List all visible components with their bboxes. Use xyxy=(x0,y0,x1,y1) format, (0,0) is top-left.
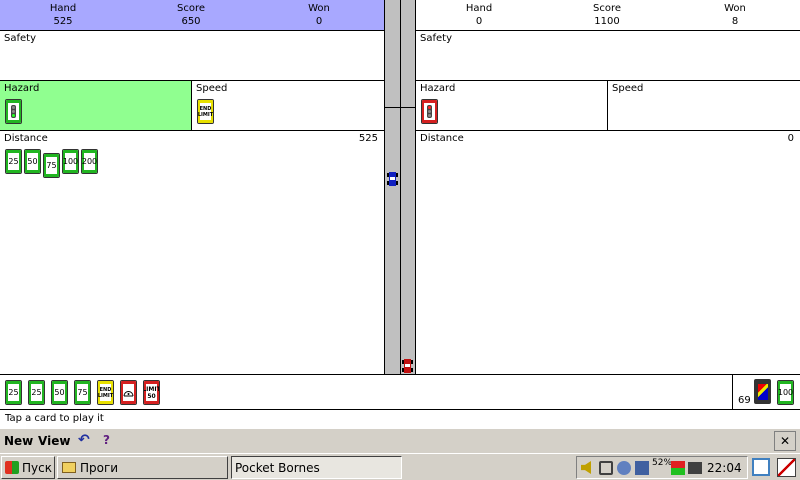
distance-card-75: 75 xyxy=(43,153,60,178)
hand-card-25[interactable]: 25 xyxy=(5,380,22,405)
distance-card-50: 50 xyxy=(24,149,41,174)
hand-area: 25 25 50 75 END LIMIT LIMIT 50 69 100 xyxy=(0,374,800,410)
wifi-off-icon[interactable] xyxy=(635,461,649,475)
help-icon[interactable]: ? xyxy=(103,433,110,447)
taskbar-folder-button[interactable]: Проги xyxy=(57,456,228,479)
opponent-header: Hand 0 Score 1100 Won 8 xyxy=(416,0,800,31)
distance-card-100: 100 xyxy=(62,149,79,174)
connection-icon[interactable] xyxy=(617,461,631,475)
close-icon: ✕ xyxy=(779,434,791,448)
flat-tire-icon xyxy=(123,391,134,397)
opponent-safety-label: Safety xyxy=(420,33,452,44)
close-button[interactable]: ✕ xyxy=(774,431,796,451)
stop-light-icon xyxy=(427,105,432,118)
status-text: Tap a card to play it xyxy=(5,413,104,424)
opponent-won-stat: Won 8 xyxy=(710,2,760,28)
hand-card-25[interactable]: 25 xyxy=(28,380,45,405)
player-hazard-label: Hazard xyxy=(4,83,40,94)
player-speed-card: END LIMIT xyxy=(197,99,214,124)
deck-back-icon xyxy=(758,384,768,400)
opponent-score-stat: Score 1100 xyxy=(582,2,632,28)
battery-percent: 52% xyxy=(652,458,673,468)
player-score-value: 650 xyxy=(181,16,201,27)
player-speed-label: Speed xyxy=(196,83,228,94)
player-go-card xyxy=(5,99,22,124)
undo-icon[interactable]: ↶ xyxy=(78,432,90,448)
opponent-hand-stat: Hand 0 xyxy=(454,2,504,28)
hand-card-limit-50[interactable]: LIMIT 50 xyxy=(143,380,160,405)
start-label: Пуск xyxy=(22,460,52,475)
network-icon[interactable] xyxy=(599,461,613,475)
taskbar-app-button[interactable]: Pocket Bornes xyxy=(231,456,402,479)
player-hazard-area: Hazard xyxy=(0,81,192,131)
discard-card-100[interactable]: 100 xyxy=(777,380,794,405)
opponent-distance-area: Distance 0 xyxy=(416,131,800,374)
player-header: Hand 525 Score 650 Won 0 xyxy=(0,0,384,31)
status-bar: Tap a card to play it xyxy=(0,410,800,428)
opponent-stop-card xyxy=(421,99,438,124)
hand-card-end-limit[interactable]: END LIMIT xyxy=(97,380,114,405)
opponent-speed-label: Speed xyxy=(612,83,644,94)
player-distance-area: Distance 525 25 50 75 100 200 xyxy=(0,131,384,374)
menu-view[interactable]: View xyxy=(38,434,70,448)
draw-pile-card[interactable] xyxy=(754,379,771,404)
hand-card-50[interactable]: 50 xyxy=(51,380,68,405)
keyboard-disabled-icon[interactable] xyxy=(777,458,796,477)
opponent-won-label: Won xyxy=(724,3,746,14)
player-distance-label: Distance xyxy=(4,133,48,144)
opponent-speed-area: Speed xyxy=(608,81,800,131)
player-won-stat: Won 0 xyxy=(294,2,344,28)
opponent-distance-value: 0 xyxy=(787,133,794,144)
road-finish-line xyxy=(385,107,415,108)
windows-logo-icon xyxy=(5,461,19,474)
battery-icon[interactable] xyxy=(671,461,685,475)
opponent-car-icon xyxy=(402,359,413,373)
player-hand-value: 525 xyxy=(53,16,73,27)
volume-icon[interactable] xyxy=(581,461,591,474)
player-score-label: Score xyxy=(176,3,205,14)
taskbar: Пуск Проги Pocket Bornes 52% 22:04 xyxy=(0,453,800,480)
menu-bar: New View ↶ ? ✕ xyxy=(0,428,800,453)
player-distance-value: 525 xyxy=(358,133,378,144)
opponent-hand-value: 0 xyxy=(475,16,483,27)
player-safety-label: Safety xyxy=(4,33,36,44)
go-light-icon xyxy=(11,105,16,118)
menu-new[interactable]: New xyxy=(4,434,33,448)
player-hand-label: Hand xyxy=(49,3,77,14)
road-lane-divider xyxy=(400,0,401,374)
opponent-distance-label: Distance xyxy=(420,133,464,144)
player-hand-stat: Hand 525 xyxy=(38,2,88,28)
player-speed-area: Speed END LIMIT xyxy=(192,81,384,131)
deck-count: 69 xyxy=(738,395,751,406)
folder-icon xyxy=(62,462,76,473)
opponent-hazard-label: Hazard xyxy=(420,83,456,94)
deck-divider xyxy=(732,375,733,410)
clock[interactable]: 22:04 xyxy=(707,461,742,475)
desktop-icon[interactable] xyxy=(752,458,770,476)
opponent-hazard-area: Hazard xyxy=(416,81,608,131)
app-label: Pocket Bornes xyxy=(235,460,320,475)
opponent-safety-area: Safety xyxy=(416,31,800,81)
player-car-icon xyxy=(387,172,398,186)
opponent-score-label: Score xyxy=(592,3,621,14)
hand-card-flat-tire[interactable] xyxy=(120,380,137,405)
opponent-score-value: 1100 xyxy=(594,16,620,27)
road xyxy=(384,0,416,374)
player-score-stat: Score 650 xyxy=(166,2,216,28)
player-won-value: 0 xyxy=(315,16,323,27)
keyboard-icon[interactable] xyxy=(688,462,702,474)
start-button[interactable]: Пуск xyxy=(1,456,55,479)
player-won-label: Won xyxy=(308,3,330,14)
system-tray: 52% 22:04 xyxy=(576,456,748,479)
folder-label: Проги xyxy=(80,460,119,475)
distance-card-200: 200 xyxy=(81,149,98,174)
opponent-hand-label: Hand xyxy=(465,3,493,14)
hand-card-75[interactable]: 75 xyxy=(74,380,91,405)
opponent-won-value: 8 xyxy=(731,16,739,27)
distance-card-25: 25 xyxy=(5,149,22,174)
player-safety-area: Safety xyxy=(0,31,384,81)
